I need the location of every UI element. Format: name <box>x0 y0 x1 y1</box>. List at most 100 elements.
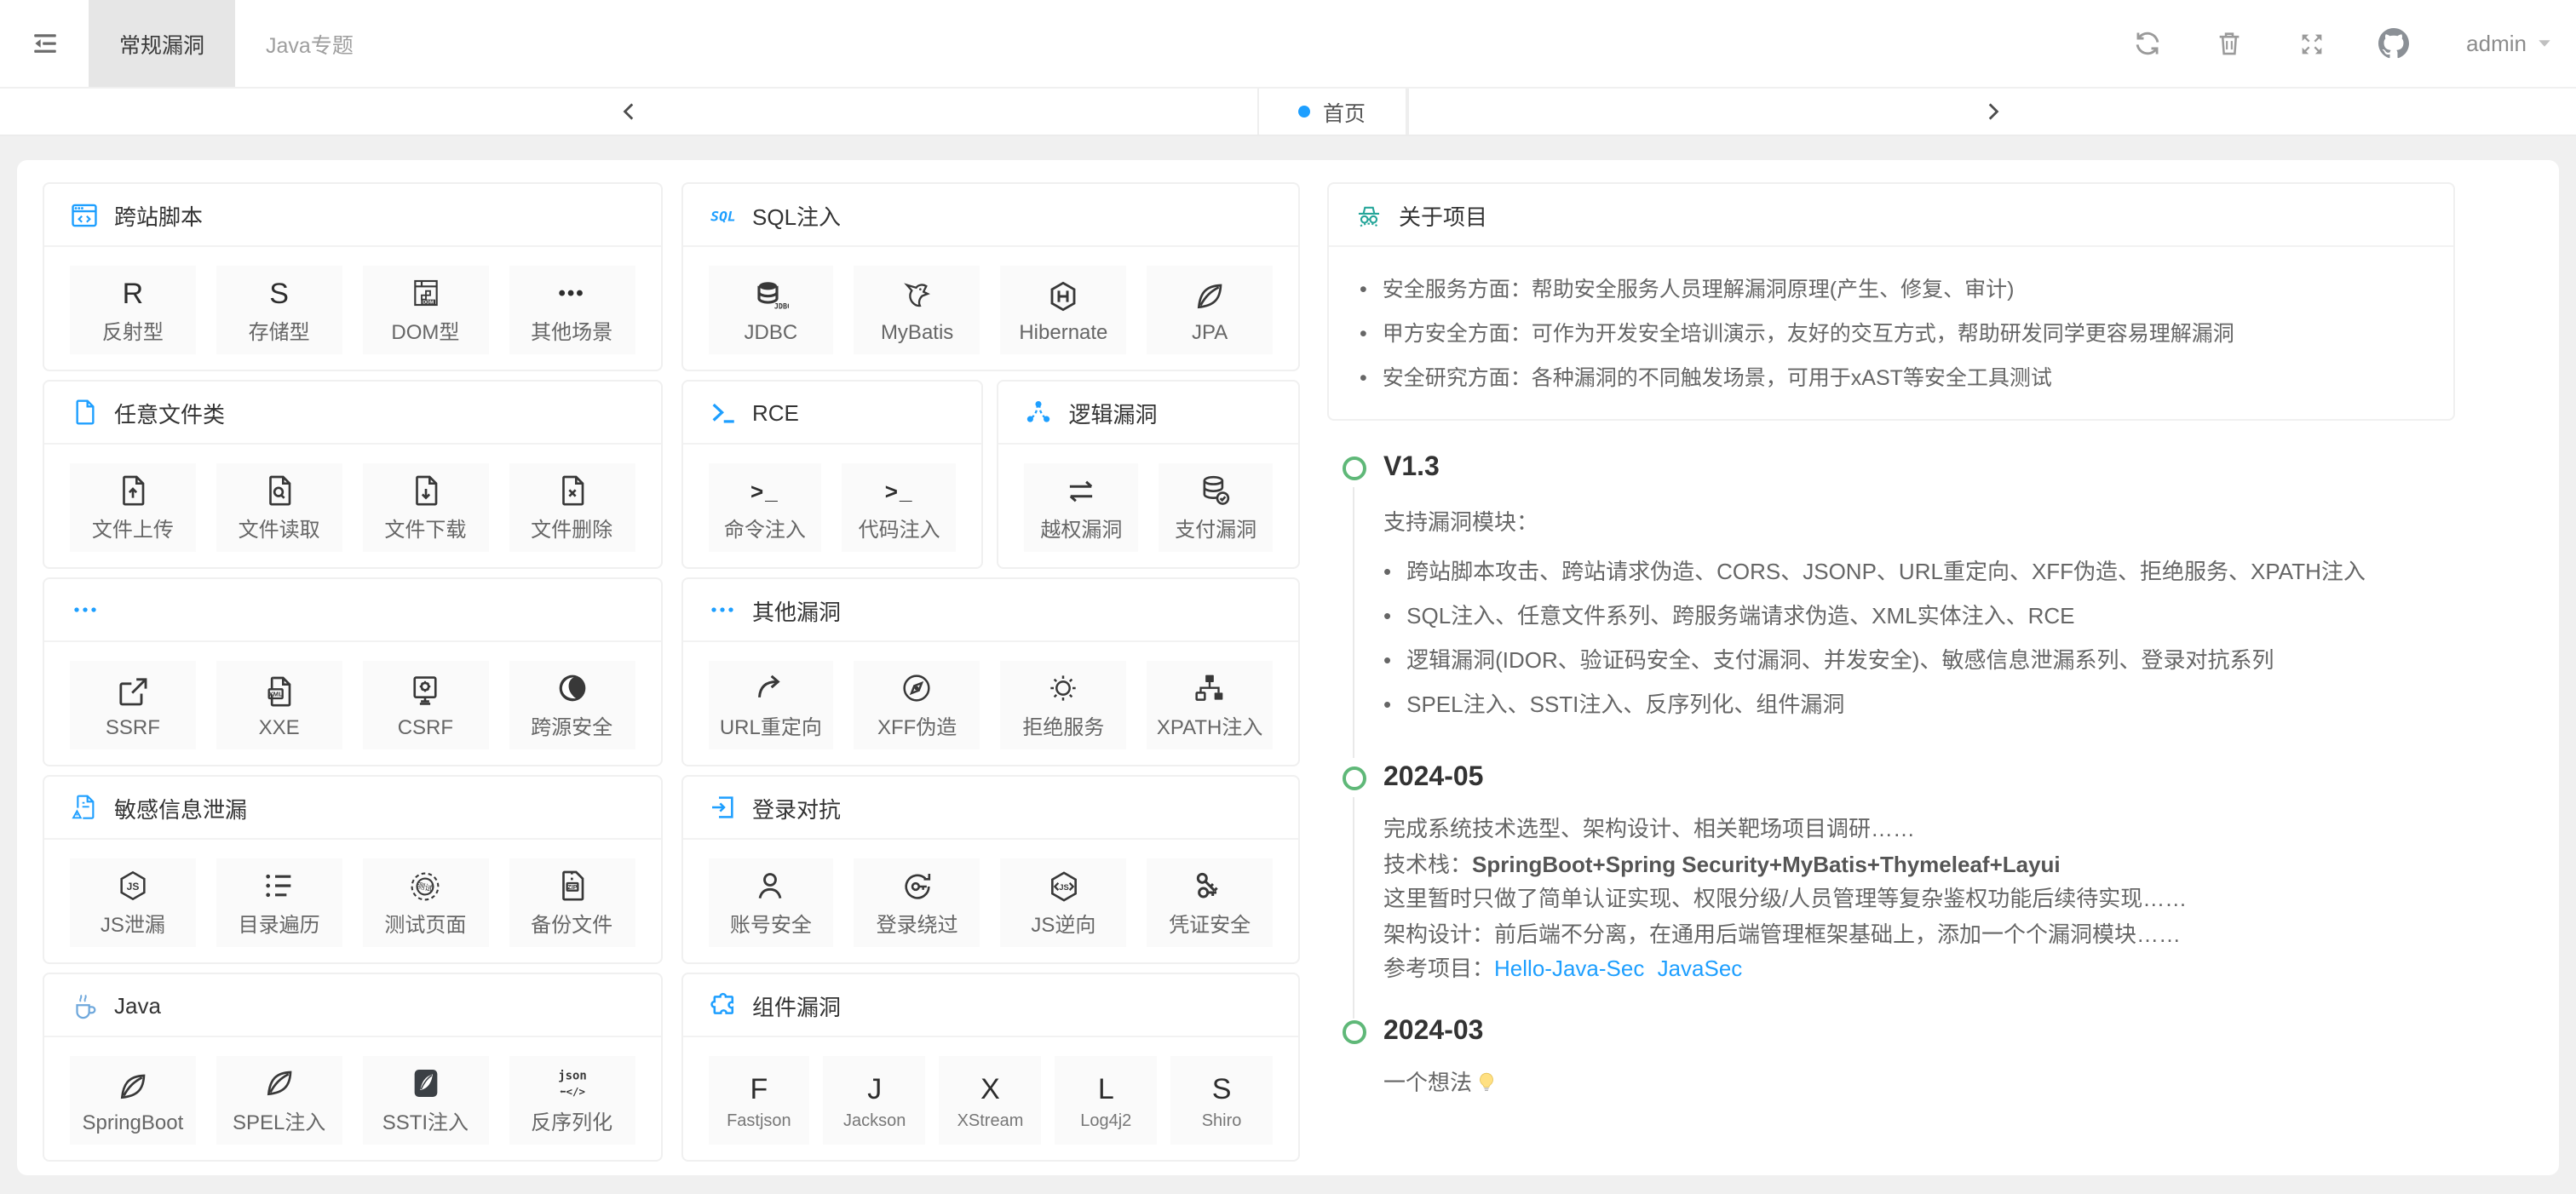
leaf-icon <box>116 1067 150 1105</box>
vuln-entry[interactable]: DOMDOM型 <box>363 266 489 354</box>
vuln-entry[interactable]: 拒绝服务 <box>1001 661 1127 749</box>
bulb-icon <box>1475 1069 1498 1104</box>
vuln-entry[interactable]: 账号安全 <box>708 858 834 947</box>
letter-s-icon: S <box>269 278 289 307</box>
refresh-icon[interactable] <box>2132 28 2163 59</box>
vuln-entry[interactable]: ZIP备份文件 <box>509 858 635 947</box>
vuln-entry[interactable]: XFF伪造 <box>854 661 980 749</box>
vuln-card-row: 任意文件类文件上传文件读取文件下载文件删除RCE>_命令注入>_代码注入逻辑漏洞… <box>43 380 1300 569</box>
timeline-bullet-text: SQL注入、任意文件系列、跨服务端请求伪造、XML实体注入、RCE <box>1406 594 2074 639</box>
vuln-entry[interactable]: SShiro <box>1170 1056 1273 1145</box>
compass-icon <box>900 669 934 707</box>
vuln-entry[interactable]: •••其他场景 <box>509 266 635 354</box>
vuln-entry[interactable]: 支付漏洞 <box>1159 463 1273 552</box>
vuln-entry[interactable]: R反射型 <box>70 266 196 354</box>
vuln-card-body: URL重定向 XFF伪造拒绝服务 XPATH注入 <box>682 642 1298 749</box>
timeline-line-bold: SpringBoot+Spring Security+MyBatis+Thyme… <box>1472 851 2061 876</box>
login-icon <box>708 793 737 822</box>
vuln-entry[interactable]: SSTI注入 <box>363 1056 489 1145</box>
list-icon <box>262 867 296 904</box>
svg-text:JDBC: JDBC <box>774 301 789 310</box>
tabs-scroll-left-button[interactable] <box>0 89 1259 135</box>
vuln-entry[interactable]: JSJS逆向 <box>1001 858 1127 947</box>
vuln-entry[interactable]: 文件上传 <box>70 463 196 552</box>
vuln-entry[interactable]: 登录绕过 <box>854 858 980 947</box>
tabs-scroll-right-button[interactable] <box>1407 89 2576 135</box>
vuln-entry[interactable]: json⬅</>反序列化 <box>509 1056 635 1145</box>
origin-swirl-icon <box>555 669 589 707</box>
vuln-card-slot: 任意文件类文件上传文件读取文件下载文件删除 <box>43 380 662 569</box>
vuln-entry-label: Fastjson <box>727 1112 791 1131</box>
user-menu[interactable]: admin <box>2466 31 2552 56</box>
svg-text:JS: JS <box>127 881 140 893</box>
vuln-entry[interactable]: FFastjson <box>708 1056 810 1145</box>
vuln-card-slot: 跨站脚本R反射型S存储型DOMDOM型•••其他场景 <box>43 182 662 371</box>
timeline-line: 这里暂时只做了简单认证实现、权限分级/人员管理等复杂鉴权功能后续待实现…… <box>1383 882 2533 917</box>
vuln-entry[interactable]: 目录遍历 <box>216 858 342 947</box>
sidebar-collapse-icon[interactable] <box>0 0 89 87</box>
main-tab-1[interactable]: 常规漏洞 <box>89 0 235 87</box>
vuln-entry[interactable]: SSRF <box>70 661 196 749</box>
vuln-entry[interactable]: S存储型 <box>216 266 342 354</box>
vuln-entry[interactable]: >_代码注入 <box>842 463 957 552</box>
reference-link[interactable]: JavaSec <box>1651 956 1742 981</box>
zip-file-icon: ZIP <box>555 867 589 904</box>
vuln-entry[interactable]: MyBatis <box>854 266 980 354</box>
vuln-entry[interactable]: XXStream <box>940 1056 1042 1145</box>
vuln-entry[interactable]: SpringBoot <box>70 1056 196 1145</box>
vuln-entry-label: 文件上传 <box>92 514 174 543</box>
letter-x-icon: X <box>980 1074 1000 1103</box>
ellipsis-icon <box>708 595 737 624</box>
letter-s-icon: S <box>1212 1074 1232 1103</box>
vuln-entry-label: XXE <box>259 715 300 738</box>
vuln-entry-label: 代码注入 <box>859 514 940 543</box>
vuln-entry[interactable]: URL重定向 <box>708 661 834 749</box>
vuln-entry[interactable]: CSRF <box>363 661 489 749</box>
active-tab-dot-icon <box>1299 106 1311 118</box>
vuln-entry[interactable]: 文件删除 <box>509 463 635 552</box>
about-bullet-text: 安全研究方面：各种漏洞的不同触发场景，可用于xAST等安全工具测试 <box>1383 356 2052 400</box>
main-tab-2[interactable]: Java专题 <box>235 0 384 87</box>
vuln-entry-label: 拒绝服务 <box>1022 712 1104 741</box>
reference-link[interactable]: Hello-Java-Sec <box>1494 956 1644 981</box>
letter-r-icon: R <box>123 274 144 312</box>
vuln-entry-label: JDBC <box>745 319 798 343</box>
vuln-card: 登录对抗账号安全登录绕过JSJS逆向凭证安全 <box>681 775 1300 964</box>
vuln-entry[interactable]: JSJS泄漏 <box>70 858 196 947</box>
timeline-line: 技术栈：SpringBoot+Spring Security+MyBatis+T… <box>1383 847 2533 882</box>
vuln-card-header: 其他漏洞 <box>682 579 1298 642</box>
page-tab-1[interactable]: 首页 <box>1259 89 1407 135</box>
fullscreen-icon[interactable] <box>2296 28 2326 59</box>
vuln-entry-label: URL重定向 <box>720 712 822 741</box>
js-reverse-icon: JS <box>1045 867 1081 904</box>
github-icon[interactable] <box>2378 28 2408 59</box>
timeline-line-text: 这里暂时只做了简单认证实现、权限分级/人员管理等复杂鉴权功能后续待实现…… <box>1383 886 2187 911</box>
timeline-title: 2024-05 <box>1383 761 2533 795</box>
file-warning-icon <box>70 793 99 822</box>
external-link-icon <box>116 672 150 709</box>
clear-cache-icon[interactable] <box>2214 28 2245 59</box>
vuln-entry-label: SSRF <box>106 715 160 738</box>
vuln-entry[interactable]: Hibernate <box>1001 266 1127 354</box>
vuln-entry[interactable]: XPATH注入 <box>1147 661 1273 749</box>
vuln-entry[interactable]: 越权漏洞 <box>1025 463 1139 552</box>
vuln-entry[interactable]: >_命令注入 <box>708 463 822 552</box>
vuln-card: SQLSQL注入JDBCJDBCMyBatisHibernateJPA <box>681 182 1300 371</box>
timeline-line: 参考项目：Hello-Java-Sec JavaSec <box>1383 952 2533 987</box>
vuln-entry[interactable]: 凭证安全 <box>1147 858 1273 947</box>
vuln-entry[interactable]: JJackson <box>824 1056 926 1145</box>
vuln-entry[interactable]: XMLXXE <box>216 661 342 749</box>
vuln-entry[interactable]: JDBC JDBC <box>708 266 834 354</box>
vuln-entry[interactable]: 跨源安全 <box>509 661 635 749</box>
vuln-entry[interactable]: 文件读取 <box>216 463 342 552</box>
vuln-entry[interactable]: LLog4j2 <box>1055 1056 1157 1145</box>
letter-l-icon: L <box>1098 1070 1114 1107</box>
vuln-entry[interactable]: 文件下载 <box>363 463 489 552</box>
about-bullet: •安全研究方面：各种漏洞的不同触发场景，可用于xAST等安全工具测试 <box>1360 356 2423 400</box>
vuln-entry-label: CSRF <box>398 715 453 738</box>
vuln-entry[interactable]: JPA <box>1147 266 1273 354</box>
vuln-entry[interactable]: SPEL注入 <box>216 1056 342 1145</box>
vuln-entry-label: 命令注入 <box>724 514 806 543</box>
vuln-entry[interactable]: 测试测试页面 <box>363 858 489 947</box>
vuln-card-row: SSRF XMLXXE CSRF 跨源安全其他漏洞 URL重定向 XFF伪造拒绝服务 XPA… <box>43 577 1300 766</box>
